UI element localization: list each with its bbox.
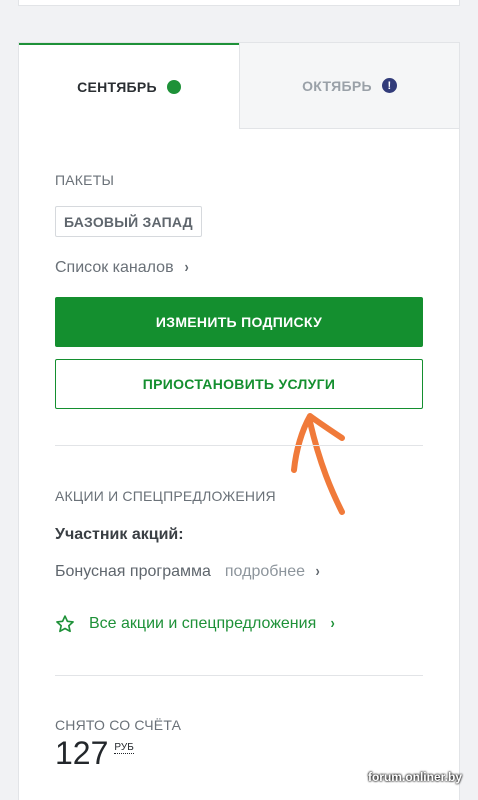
charged-section-label: СНЯТО СО СЧЁТА (55, 717, 182, 733)
bonus-more-label: подробнее (224, 563, 306, 580)
bonus-more-link[interactable]: подробнее › (225, 563, 320, 581)
change-subscription-button[interactable]: ИЗМЕНИТЬ ПОДПИСКУ (55, 297, 423, 347)
status-ok-icon (166, 80, 181, 94)
tab-september[interactable]: СЕНТЯБРЬ (19, 43, 239, 129)
tab-label: ОКТЯБРЬ (302, 77, 372, 94)
package-badge: БАЗОВЫЙ ЗАПАД (55, 206, 202, 237)
bonus-program-row: Бонусная программа подробнее › (55, 563, 320, 581)
channels-link[interactable]: Список каналов › (55, 259, 189, 277)
previous-card (18, 0, 460, 6)
watermark: forum.onliner.by (367, 770, 462, 784)
all-promos-link[interactable]: Все акции и спецпредложения › (55, 614, 336, 634)
all-promos-label: Все акции и спецпредложения (89, 615, 317, 632)
charged-amount: 127 РУБ (55, 736, 134, 770)
currency-label: РУБ (114, 742, 134, 754)
section-divider (55, 445, 423, 446)
star-outline-icon (56, 615, 74, 633)
channels-link-label: Список каналов (55, 259, 174, 276)
section-divider (55, 675, 423, 676)
participant-label: Участник акций: (55, 526, 184, 543)
tab-label: СЕНТЯБРЬ (77, 79, 157, 95)
bonus-program-label: Бонусная программа (55, 563, 211, 580)
promos-section-label: АКЦИИ И СПЕЦПРЕДЛОЖЕНИЯ (55, 488, 276, 504)
tab-october[interactable]: ОКТЯБРЬ ! (239, 43, 459, 129)
annotation-arrow-icon (291, 413, 345, 515)
month-tabs: СЕНТЯБРЬ ОКТЯБРЬ ! (19, 43, 459, 129)
chevron-right-icon: › (315, 563, 320, 580)
chevron-right-icon: › (330, 615, 336, 632)
alert-icon: ! (381, 78, 397, 93)
subscription-card: СЕНТЯБРЬ ОКТЯБРЬ ! (18, 42, 460, 800)
packages-section-label: ПАКЕТЫ (55, 172, 115, 188)
chevron-right-icon: › (184, 259, 189, 276)
amount-value: 127 (55, 735, 109, 771)
